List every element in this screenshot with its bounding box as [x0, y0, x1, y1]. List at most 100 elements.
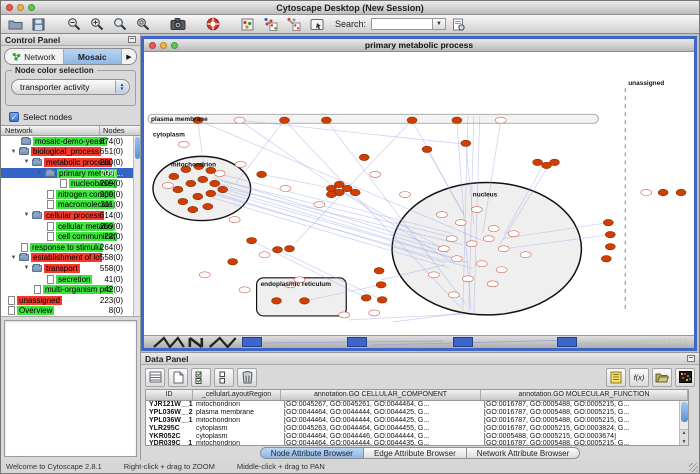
- node-selected[interactable]: [461, 140, 471, 146]
- node-selected[interactable]: [452, 117, 462, 123]
- node[interactable]: [436, 212, 447, 218]
- node[interactable]: [162, 182, 173, 188]
- node-selected[interactable]: [178, 198, 188, 204]
- node-selected[interactable]: [422, 146, 432, 152]
- node-selected[interactable]: [326, 191, 336, 197]
- node[interactable]: [487, 281, 498, 287]
- expand-icon[interactable]: ▼: [34, 170, 45, 176]
- tree-row[interactable]: ▼transport558(0): [1, 263, 133, 274]
- node-selected[interactable]: [210, 180, 220, 186]
- tree-row[interactable]: cell communicat22(0): [1, 231, 133, 242]
- table-row[interactable]: YKR052Ccytoplasm[GO:0044464, GO:0044446,…: [146, 433, 688, 441]
- merge-networks-icon[interactable]: [260, 16, 281, 33]
- help-icon[interactable]: [202, 16, 223, 33]
- node[interactable]: [339, 312, 350, 318]
- network-view-titlebar[interactable]: primary metabolic process: [144, 39, 694, 52]
- vizmapper-icon[interactable]: [237, 16, 258, 33]
- tree-row[interactable]: Overview8(0): [1, 306, 133, 317]
- network-canvas[interactable]: plasma membranecytoplasmmitochondrionnuc…: [144, 52, 694, 335]
- node-selected[interactable]: [273, 246, 283, 252]
- node-selected[interactable]: [361, 295, 371, 301]
- select-all-attributes-icon[interactable]: [191, 368, 211, 387]
- edge[interactable]: [240, 120, 466, 144]
- node-selected[interactable]: [376, 282, 386, 288]
- float-data-panel-icon[interactable]: [687, 355, 695, 362]
- node-color-dropdown[interactable]: transporter activity ▲▼: [11, 79, 130, 95]
- table-column-header[interactable]: annotation.GO MOLECULAR_FUNCTION: [481, 390, 688, 400]
- column-nodes[interactable]: Nodes: [100, 126, 140, 135]
- node[interactable]: [239, 287, 250, 293]
- expand-icon[interactable]: ▼: [8, 255, 19, 261]
- table-column-header[interactable]: annotation.GO CELLULAR_COMPONENT: [281, 390, 481, 400]
- node-selected[interactable]: [280, 117, 290, 123]
- tree-row[interactable]: secretion41(0): [1, 274, 133, 285]
- tree-row[interactable]: ▼primary metabo209(...: [1, 168, 133, 179]
- node-selected[interactable]: [601, 256, 611, 262]
- column-network[interactable]: Network: [1, 126, 100, 135]
- zoom-in-icon[interactable]: [86, 16, 107, 33]
- edge[interactable]: [348, 314, 466, 320]
- node-selected[interactable]: [228, 259, 238, 265]
- node-selected[interactable]: [193, 193, 203, 199]
- region-plasma-membrane[interactable]: [148, 114, 598, 123]
- float-panel-icon[interactable]: [128, 36, 136, 43]
- select-nodes-checkbox[interactable]: ✓: [9, 112, 19, 122]
- zoom-fit-icon[interactable]: [132, 16, 153, 33]
- tab-network[interactable]: Network: [5, 49, 64, 64]
- node[interactable]: [471, 207, 482, 213]
- node-selected[interactable]: [257, 171, 267, 177]
- select-attributes-icon[interactable]: [145, 368, 165, 387]
- node[interactable]: [466, 241, 477, 247]
- node[interactable]: [508, 231, 519, 237]
- table-row[interactable]: YDR039C__1mitochondrion[GO:0044464, GO:0…: [146, 440, 688, 446]
- node[interactable]: [498, 246, 509, 252]
- zoom-selected-region-icon[interactable]: [109, 16, 130, 33]
- delete-attribute-icon[interactable]: [237, 368, 257, 387]
- expand-icon[interactable]: ▼: [8, 149, 19, 155]
- tree-row[interactable]: ▼metabolic process280(0): [1, 157, 133, 168]
- scroll-up-icon[interactable]: ▲: [682, 430, 687, 436]
- table-row[interactable]: YPL036W__2plasma membrane[GO:0044464, GO…: [146, 409, 688, 417]
- node[interactable]: [280, 185, 291, 191]
- node-selected[interactable]: [203, 203, 213, 209]
- resize-grip[interactable]: [689, 463, 698, 472]
- tree-row[interactable]: mosaic-demo-yeast874(0): [1, 136, 133, 147]
- minimized-window[interactable]: [557, 337, 577, 347]
- expand-icon[interactable]: ▼: [21, 159, 32, 165]
- tab-edge-attribute-browser[interactable]: Edge Attribute Browser: [364, 447, 467, 459]
- tree-row[interactable]: macromolecule311(0): [1, 200, 133, 211]
- minimized-window[interactable]: [453, 337, 473, 347]
- node-selected[interactable]: [186, 180, 196, 186]
- node-selected[interactable]: [377, 297, 387, 303]
- node-selected[interactable]: [284, 245, 294, 251]
- search-dropdown-icon[interactable]: ▼: [433, 18, 446, 30]
- node[interactable]: [495, 117, 506, 123]
- node[interactable]: [438, 246, 449, 252]
- scroll-down-icon[interactable]: ▼: [682, 439, 687, 445]
- node-selected[interactable]: [321, 117, 331, 123]
- create-attribute-icon[interactable]: [168, 368, 188, 387]
- node[interactable]: [455, 220, 466, 226]
- minimized-window[interactable]: [242, 337, 262, 347]
- snapshot-icon[interactable]: [167, 16, 188, 33]
- tab-network-attribute-browser[interactable]: Network Attribute Browser: [467, 447, 580, 459]
- tree-row[interactable]: nitrogen compo209(0): [1, 189, 133, 200]
- node[interactable]: [234, 117, 245, 123]
- tab-mosaic[interactable]: Mosaic: [64, 49, 123, 64]
- search-input[interactable]: [371, 18, 433, 30]
- node-selected[interactable]: [603, 219, 613, 225]
- node[interactable]: [229, 217, 240, 223]
- tab-overflow-icon[interactable]: ▶: [122, 49, 136, 64]
- node[interactable]: [496, 267, 507, 273]
- merge-networks-alt-icon[interactable]: [283, 16, 304, 33]
- tree-scrollbar[interactable]: [133, 136, 140, 316]
- node[interactable]: [314, 202, 325, 208]
- node-selected[interactable]: [169, 173, 179, 179]
- node[interactable]: [641, 189, 652, 195]
- node-selected[interactable]: [374, 268, 384, 274]
- node-selected[interactable]: [359, 154, 369, 160]
- network-view-frame[interactable]: primary metabolic process plasma membran…: [141, 36, 697, 351]
- node[interactable]: [446, 236, 457, 242]
- node-selected[interactable]: [247, 237, 257, 243]
- node[interactable]: [483, 236, 494, 242]
